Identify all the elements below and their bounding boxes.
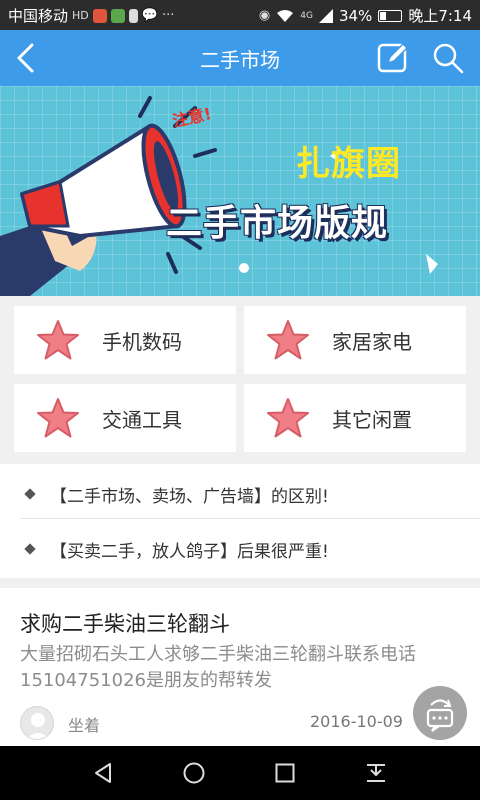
star-icon (267, 398, 309, 438)
signal-label: 4G (300, 10, 313, 21)
search-icon[interactable] (430, 40, 466, 76)
status-bar: 中国移动 HD 💬 ··· ◉ 4G 34% 晚上7:14 (0, 0, 480, 30)
notice-text: 【买卖二手，放人鸽子】后果很严重! (50, 541, 329, 562)
back-triangle-icon[interactable] (92, 761, 116, 785)
star-icon (37, 398, 79, 438)
rules-banner[interactable]: 注意! 扎旗圈 二手市场版规 (0, 86, 480, 296)
banner-title-2: 二手市场版规 (166, 203, 389, 244)
recent-apps-icon[interactable] (273, 761, 297, 785)
notification-icon (92, 8, 107, 23)
category-label: 手机数码 (102, 329, 182, 354)
category-phones[interactable]: 手机数码 (14, 306, 236, 374)
carrier-label: 中国移动 (8, 7, 69, 25)
category-vehicles[interactable]: 交通工具 (14, 384, 236, 452)
sim-icon (128, 8, 138, 23)
list-item[interactable]: 【二手市场、卖场、广告墙】的区别! (0, 466, 480, 522)
comment-fab[interactable] (413, 686, 467, 740)
banner-title-1: 扎旗圈 (296, 144, 401, 184)
edit-icon[interactable] (376, 41, 410, 75)
avatar[interactable] (20, 706, 54, 740)
star-icon (37, 320, 79, 360)
battery-icon (378, 9, 403, 22)
category-home-appliances[interactable]: 家居家电 (244, 306, 466, 374)
wechat-icon: 💬 (141, 8, 158, 23)
notice-list: 【二手市场、卖场、广告墙】的区别! 【买卖二手，放人鸽子】后果很严重! (0, 464, 480, 578)
notification-pull-icon[interactable] (364, 761, 388, 785)
more-icon: ··· (161, 8, 175, 23)
star-icon (267, 320, 309, 360)
divider (20, 518, 480, 519)
clock: 晚上7:14 (408, 7, 472, 25)
hd-icon: HD (72, 9, 89, 22)
megaphone-illustration (0, 96, 438, 296)
battery-fill (380, 11, 387, 20)
post-title: 求购二手柴油三轮翻斗 (20, 612, 230, 636)
lock-icon (110, 8, 125, 23)
category-label: 交通工具 (102, 407, 182, 432)
post-body: 大量招砌石头工人求够二手柴油三轮翻斗联系电话15104751026是朋友的帮转发 (20, 644, 416, 691)
notice-text: 【二手市场、卖场、广告墙】的区别! (50, 486, 329, 507)
battery-percent: 34% (338, 6, 373, 25)
eye-icon: ◉ (258, 8, 271, 23)
wifi-icon (277, 9, 294, 22)
app-bar: 二手市场 (0, 30, 480, 86)
refresh-comment-icon (426, 699, 454, 732)
bullet-icon (24, 488, 36, 500)
category-other[interactable]: 其它闲置 (244, 384, 466, 452)
user-icon (26, 713, 50, 739)
category-grid: 手机数码 家居家电 交通工具 其它闲置 (0, 296, 480, 460)
post-date: 2016-10-09 (310, 712, 403, 731)
system-nav-bar (0, 746, 480, 800)
category-label: 其它闲置 (332, 407, 412, 432)
category-label: 家居家电 (332, 329, 412, 354)
list-item[interactable]: 【买卖二手，放人鸽子】后果很严重! (0, 521, 480, 577)
post-card[interactable]: 求购二手柴油三轮翻斗 大量招砌石头工人求够二手柴油三轮翻斗联系电话1510475… (0, 588, 480, 746)
bullet-icon (24, 543, 36, 555)
home-circle-icon[interactable] (182, 761, 206, 785)
post-author: 坐着 (68, 716, 101, 735)
signal-icon (318, 8, 333, 23)
